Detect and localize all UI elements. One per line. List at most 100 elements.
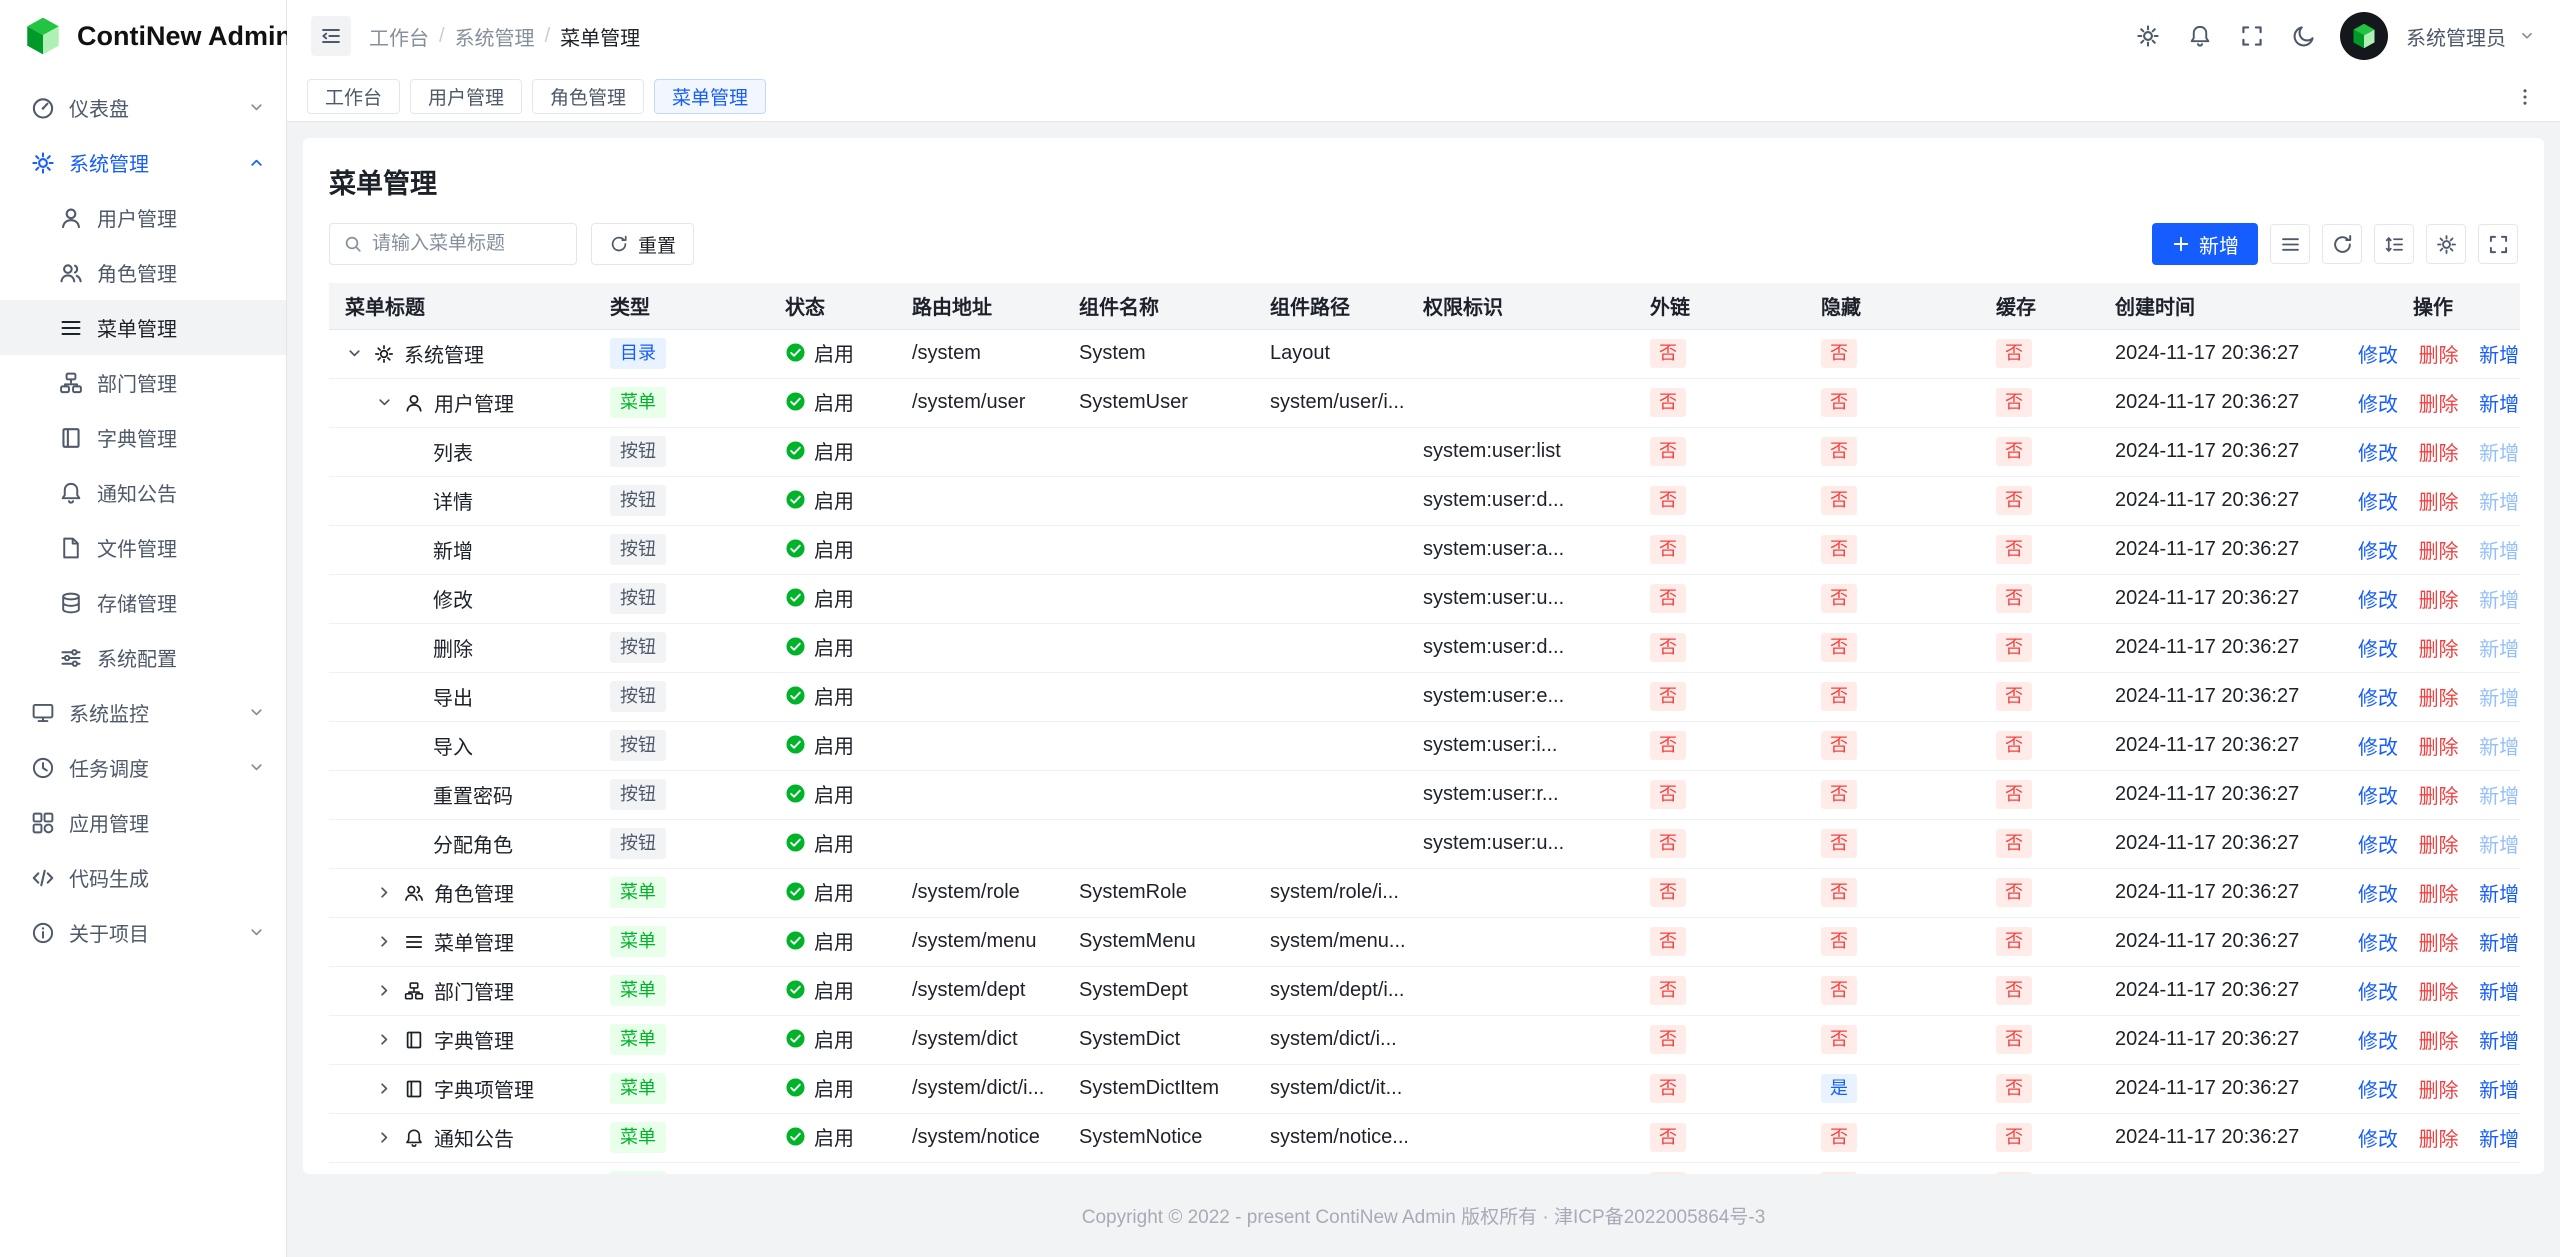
tree-expander-icon[interactable] [375, 393, 403, 412]
add-link[interactable]: 新增 [2479, 1129, 2519, 1151]
dark-mode-moon-icon[interactable] [2282, 14, 2326, 58]
edit-link[interactable]: 修改 [2358, 933, 2398, 955]
tree-expander-icon[interactable] [345, 344, 373, 363]
add-link[interactable]: 新增 [2479, 1080, 2519, 1102]
delete-link[interactable]: 删除 [2419, 737, 2459, 759]
sidebar-item[interactable]: 仪表盘 [0, 80, 286, 135]
tab-more-icon[interactable] [2506, 78, 2544, 116]
edit-link[interactable]: 修改 [2358, 541, 2398, 563]
avatar[interactable] [2340, 12, 2388, 60]
table-refresh-icon[interactable] [2322, 224, 2362, 264]
notifications-bell-icon[interactable] [2178, 14, 2222, 58]
sidebar-item[interactable]: 系统监控 [0, 685, 286, 740]
edit-link[interactable]: 修改 [2358, 884, 2398, 906]
edit-link[interactable]: 修改 [2358, 786, 2398, 808]
add-link[interactable]: 新增 [2479, 933, 2519, 955]
delete-link[interactable]: 删除 [2419, 443, 2459, 465]
tree-expander-icon[interactable] [375, 932, 403, 951]
tab[interactable]: 用户管理 [410, 79, 522, 114]
edit-link[interactable]: 修改 [2358, 737, 2398, 759]
delete-link[interactable]: 删除 [2419, 394, 2459, 416]
breadcrumb-link[interactable]: 菜单管理 [560, 22, 640, 51]
delete-link[interactable]: 删除 [2419, 492, 2459, 514]
add-link[interactable]: 新增 [2479, 835, 2519, 857]
app-logo[interactable]: ContiNew Admin [0, 0, 286, 72]
sidebar-item[interactable]: 部门管理 [0, 355, 286, 410]
sidebar-item[interactable]: 菜单管理 [0, 300, 286, 355]
add-link[interactable]: 新增 [2479, 394, 2519, 416]
edit-link[interactable]: 修改 [2358, 394, 2398, 416]
sidebar-item[interactable]: 关于项目 [0, 905, 286, 960]
tab[interactable]: 工作台 [307, 79, 400, 114]
sidebar-item[interactable]: 字典管理 [0, 410, 286, 465]
delete-link[interactable]: 删除 [2419, 982, 2459, 1004]
tree-expander-icon[interactable] [375, 981, 403, 1000]
edit-link[interactable]: 修改 [2358, 1129, 2398, 1151]
delete-link[interactable]: 删除 [2419, 590, 2459, 612]
user-name[interactable]: 系统管理员 [2406, 22, 2506, 51]
edit-link[interactable]: 修改 [2358, 688, 2398, 710]
delete-link[interactable]: 删除 [2419, 541, 2459, 563]
sidebar-item[interactable]: 通知公告 [0, 465, 286, 520]
edit-link[interactable]: 修改 [2358, 1031, 2398, 1053]
add-link[interactable]: 新增 [2479, 688, 2519, 710]
breadcrumb-link[interactable]: 工作台 [369, 22, 429, 51]
search-input[interactable] [372, 233, 563, 255]
delete-link[interactable]: 删除 [2419, 933, 2459, 955]
tab[interactable]: 菜单管理 [654, 79, 766, 114]
breadcrumb-link[interactable]: 系统管理 [455, 22, 535, 51]
delete-link[interactable]: 删除 [2419, 345, 2459, 367]
sidebar-item[interactable]: 存储管理 [0, 575, 286, 630]
sidebar-item[interactable]: 代码生成 [0, 850, 286, 905]
edit-link[interactable]: 修改 [2358, 639, 2398, 661]
add-link[interactable]: 新增 [2479, 541, 2519, 563]
tree-expander-icon[interactable] [375, 1079, 403, 1098]
add-link[interactable]: 新增 [2479, 1031, 2519, 1053]
add-link[interactable]: 新增 [2479, 884, 2519, 906]
sidebar-item[interactable]: 任务调度 [0, 740, 286, 795]
sidebar-item[interactable]: 系统管理 [0, 135, 286, 190]
delete-link[interactable]: 删除 [2419, 884, 2459, 906]
edit-link[interactable]: 修改 [2358, 492, 2398, 514]
edit-link[interactable]: 修改 [2358, 982, 2398, 1004]
delete-link[interactable]: 删除 [2419, 1031, 2459, 1053]
sidebar-item[interactable]: 角色管理 [0, 245, 286, 300]
edit-link[interactable]: 修改 [2358, 345, 2398, 367]
settings-icon[interactable] [2126, 14, 2170, 58]
edit-link[interactable]: 修改 [2358, 1080, 2398, 1102]
add-link[interactable]: 新增 [2479, 492, 2519, 514]
edit-link[interactable]: 修改 [2358, 835, 2398, 857]
sidebar-collapse-button[interactable] [311, 16, 351, 56]
fullscreen-icon[interactable] [2230, 14, 2274, 58]
column-settings-gear-icon[interactable] [2426, 224, 2466, 264]
sidebar-item[interactable]: 文件管理 [0, 520, 286, 575]
sidebar-item[interactable]: 用户管理 [0, 190, 286, 245]
reset-button[interactable]: 重置 [591, 223, 694, 265]
add-link[interactable]: 新增 [2479, 590, 2519, 612]
edit-link[interactable]: 修改 [2358, 590, 2398, 612]
sidebar-item[interactable]: 系统配置 [0, 630, 286, 685]
add-link[interactable]: 新增 [2479, 737, 2519, 759]
density-list-icon[interactable] [2270, 224, 2310, 264]
add-link[interactable]: 新增 [2479, 786, 2519, 808]
table-fullscreen-icon[interactable] [2478, 224, 2518, 264]
add-link[interactable]: 新增 [2479, 345, 2519, 367]
add-link[interactable]: 新增 [2479, 982, 2519, 1004]
add-link[interactable]: 新增 [2479, 443, 2519, 465]
tree-expander-icon[interactable] [375, 883, 403, 902]
tree-expander-icon[interactable] [375, 1128, 403, 1147]
delete-link[interactable]: 删除 [2419, 1080, 2459, 1102]
add-button[interactable]: 新增 [2152, 223, 2258, 265]
delete-link[interactable]: 删除 [2419, 786, 2459, 808]
row-height-icon[interactable] [2374, 224, 2414, 264]
add-link[interactable]: 新增 [2479, 639, 2519, 661]
sidebar-item[interactable]: 应用管理 [0, 795, 286, 850]
edit-link[interactable]: 修改 [2358, 443, 2398, 465]
tab[interactable]: 角色管理 [532, 79, 644, 114]
delete-link[interactable]: 删除 [2419, 835, 2459, 857]
tree-expander-icon[interactable] [375, 1030, 403, 1049]
user-menu-chevron-icon[interactable] [2518, 27, 2536, 45]
delete-link[interactable]: 删除 [2419, 688, 2459, 710]
delete-link[interactable]: 删除 [2419, 639, 2459, 661]
delete-link[interactable]: 删除 [2419, 1129, 2459, 1151]
